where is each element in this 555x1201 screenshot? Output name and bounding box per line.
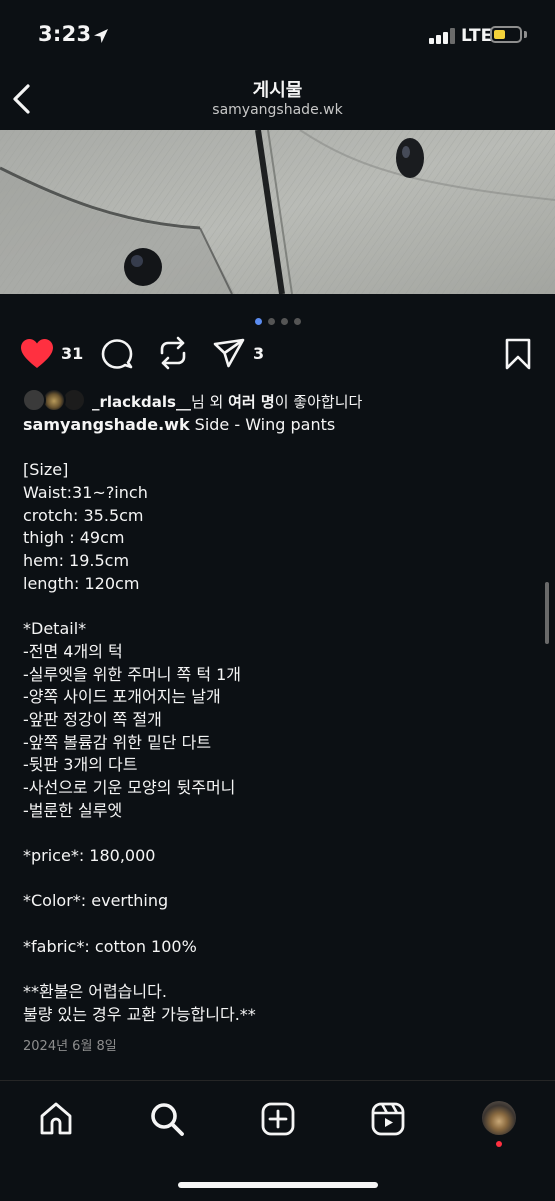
caption-line: thigh : 49cm (23, 528, 125, 548)
caption-line (23, 959, 533, 982)
caption-line: crotch: 35.5cm (23, 505, 144, 525)
caption-line: -사선으로 기운 모양의 뒷주머니 (23, 778, 236, 797)
caption-line: [Size] (23, 460, 69, 480)
caption-line: *price*: 180,000 (23, 846, 156, 866)
home-icon[interactable] (38, 1101, 74, 1137)
post-image[interactable] (0, 130, 555, 294)
clock: 3:23 (38, 22, 92, 46)
caption-line: -벌룬한 실루엣 (23, 800, 123, 820)
battery-tip (524, 31, 527, 38)
carousel-indicator (0, 310, 555, 329)
search-icon[interactable] (149, 1101, 185, 1137)
caption-line: 불량 있는 경우 교환 가능합니다.** (23, 1004, 256, 1024)
caption-line (23, 868, 533, 891)
liked-by-text: _rlackdals__님 외 여러 명이 좋아합니다 (92, 391, 362, 412)
notification-dot (496, 1141, 502, 1147)
create-icon[interactable] (260, 1101, 296, 1137)
carousel-dot (280, 318, 288, 325)
liked-by-others[interactable]: 여러 명 (228, 393, 275, 411)
share-count[interactable]: 3 (253, 344, 264, 363)
caption-author[interactable]: samyangshade.wk (23, 415, 190, 434)
jacket-photo (0, 130, 555, 294)
caption-first-line: samyangshade.wk Side - Wing pants (23, 414, 533, 437)
caption-line: **환불은 어렵습니다. (23, 982, 167, 1002)
battery-level (494, 30, 505, 39)
caption-line: -앞판 정강이 쪽 절개 (23, 709, 162, 729)
caption-line: -뒷판 3개의 다트 (23, 755, 138, 775)
caption-line: -전면 4개의 턱 (23, 641, 123, 661)
home-indicator (178, 1182, 378, 1188)
battery-icon (490, 26, 522, 43)
caption-line: -앞쪽 볼륨감 위한 밑단 다트 (23, 732, 212, 752)
caption-line: *Color*: everthing (23, 891, 169, 911)
heart-filled-icon[interactable] (20, 338, 54, 370)
scrollbar[interactable] (545, 582, 549, 644)
caption-line (23, 822, 533, 845)
caption-line (23, 437, 533, 460)
post-header: 게시물 samyangshade.wk (0, 70, 555, 130)
liker-avatar (22, 388, 46, 412)
caption-line: *Detail* (23, 619, 87, 639)
profile-avatar[interactable] (482, 1101, 516, 1135)
liked-by-row[interactable]: _rlackdals__님 외 여러 명이 좋아합니다 (22, 388, 542, 414)
caption-line: *fabric*: cotton 100% (23, 936, 197, 956)
liker-username[interactable]: _rlackdals__ (92, 393, 191, 411)
carousel-dot (293, 318, 301, 325)
cellular-signal-icon (429, 28, 455, 44)
paper-plane-icon[interactable] (213, 338, 245, 368)
network-type: LTE (461, 26, 493, 46)
liked-by-connector: 님 외 (190, 393, 229, 411)
page-subtitle-username[interactable]: samyangshade.wk (0, 102, 555, 118)
repost-icon[interactable] (157, 336, 189, 370)
status-bar: 3:23 LTE (0, 0, 555, 70)
post-date: 2024년 6월 8일 (23, 1039, 117, 1054)
caption-body: [Size] Waist:31~?inch crotch: 35.5cm thigh … (23, 437, 533, 1027)
carousel-dot (254, 318, 262, 325)
caption-line: -양쪽 사이드 포개어지는 날개 (23, 687, 221, 707)
like-count[interactable]: 31 (61, 344, 83, 363)
caption-title: Side - Wing pants (189, 415, 336, 434)
caption-line: hem: 19.5cm (23, 551, 130, 571)
page-title: 게시물 (252, 80, 303, 101)
location-arrow-icon (94, 29, 108, 43)
caption-line: Waist:31~?inch (23, 483, 148, 503)
post-actions: 31 3 (0, 336, 555, 372)
carousel-dot (267, 318, 275, 325)
post-caption: samyangshade.wk Side - Wing pants [Size]… (23, 414, 533, 1027)
liked-by-suffix: 이 좋아합니다 (274, 393, 363, 411)
reels-icon[interactable] (370, 1101, 406, 1137)
caption-line: -실루엣을 위한 주머니 쪽 턱 1개 (23, 664, 242, 684)
bookmark-icon[interactable] (505, 338, 531, 370)
caption-line (23, 596, 533, 619)
comment-bubble-icon[interactable] (101, 338, 133, 370)
caption-line (23, 913, 533, 936)
caption-line: length: 120cm (23, 573, 140, 593)
